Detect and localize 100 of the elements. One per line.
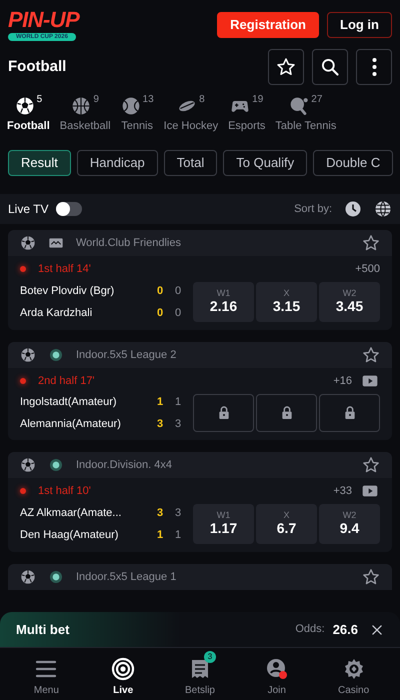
odds-button[interactable]: W1 2.16 bbox=[193, 282, 254, 322]
market-tab[interactable]: Double C bbox=[313, 150, 394, 176]
nav-item[interactable]: Live bbox=[93, 650, 154, 698]
league-dot-icon bbox=[48, 569, 64, 585]
star-button[interactable] bbox=[268, 49, 304, 85]
market-tab[interactable]: Handicap bbox=[76, 150, 158, 176]
score: 0 bbox=[174, 306, 182, 320]
odds-button[interactable]: W2 3.45 bbox=[319, 282, 380, 322]
soccer-ball-icon bbox=[20, 347, 36, 363]
count-label: 19 bbox=[252, 93, 264, 107]
league-name: Indoor.5x5 League 2 bbox=[76, 348, 178, 363]
live-tv-toggle[interactable] bbox=[56, 202, 82, 216]
nav-item[interactable]: Betslip 3 bbox=[170, 650, 230, 698]
live-icon bbox=[111, 656, 136, 680]
score: 1 bbox=[174, 528, 182, 542]
score: 1 bbox=[156, 395, 164, 410]
more-markets-count[interactable]: +16 bbox=[333, 372, 352, 390]
score: 3 bbox=[174, 416, 182, 432]
odds-label: W2 bbox=[342, 510, 356, 520]
league-name: World.Club Friendlies bbox=[76, 236, 182, 251]
odds-button[interactable]: X 3.15 bbox=[256, 282, 317, 322]
close-icon[interactable] bbox=[370, 622, 384, 636]
search-button[interactable] bbox=[312, 49, 348, 85]
count-label: 9 bbox=[93, 93, 99, 107]
market-tab[interactable]: Result bbox=[8, 150, 71, 176]
more-icon bbox=[372, 57, 376, 77]
score: 0 bbox=[156, 306, 164, 320]
sport-tab[interactable]: 9 Basketball bbox=[56, 92, 114, 142]
ping-pong-paddle-icon bbox=[289, 96, 310, 116]
more-markets-count[interactable]: +33 bbox=[333, 482, 352, 500]
registration-button[interactable]: Registration bbox=[217, 12, 319, 38]
video-icon[interactable] bbox=[360, 373, 380, 389]
nav-item[interactable]: Casino bbox=[324, 650, 384, 698]
tab-label: Esports bbox=[228, 119, 266, 134]
login-button[interactable]: Log in bbox=[327, 12, 392, 38]
more-button[interactable] bbox=[356, 49, 392, 85]
locked-odds-button[interactable] bbox=[193, 394, 254, 432]
team-name: Alemannia(Amateur) bbox=[20, 416, 122, 432]
odds-button[interactable]: W1 1.17 bbox=[193, 504, 254, 544]
nav-item[interactable]: Join bbox=[246, 650, 307, 698]
team-name: Botev Plovdiv (Bgr) bbox=[20, 284, 116, 299]
favorite-star-icon[interactable] bbox=[362, 568, 380, 586]
globe-icon[interactable] bbox=[374, 200, 392, 218]
more-markets-count[interactable]: +500 bbox=[355, 260, 380, 278]
soccer-ball-icon bbox=[20, 457, 36, 473]
logo-text: PIN-UP bbox=[8, 9, 80, 31]
league-dot-icon bbox=[48, 457, 64, 473]
sport-tab[interactable]: 13 Tennis bbox=[118, 92, 157, 142]
score: 0 bbox=[174, 284, 182, 299]
odds-caption: Odds: bbox=[295, 622, 325, 638]
league-name: Indoor.Division. 4x4 bbox=[76, 458, 173, 473]
basketball-icon bbox=[71, 96, 92, 116]
count-badge: 3 bbox=[204, 650, 216, 662]
count-label: 8 bbox=[199, 93, 205, 107]
odds-label: W1 bbox=[216, 510, 230, 520]
odds-label: W1 bbox=[216, 288, 230, 298]
odds-value: 3.15 bbox=[272, 298, 300, 316]
sport-tab[interactable]: 8 Ice Hockey bbox=[160, 92, 222, 142]
league-dot-icon bbox=[48, 347, 64, 363]
tab-label: Tennis bbox=[121, 119, 153, 134]
score: 3 bbox=[156, 416, 164, 432]
locked-odds-button[interactable] bbox=[256, 394, 317, 432]
odds-value: 3.45 bbox=[336, 298, 364, 316]
tennis-ball-icon bbox=[120, 96, 141, 116]
sort-label: Sort by: bbox=[294, 202, 332, 217]
nav-label: Betslip bbox=[184, 684, 215, 698]
sport-tab[interactable]: 27 Table Tennis bbox=[272, 92, 340, 142]
favorite-star-icon[interactable] bbox=[362, 234, 380, 252]
tab-label: Basketball bbox=[60, 119, 111, 134]
multi-bet-bar[interactable]: Multi bet Odds: 26.6 bbox=[0, 612, 400, 648]
tab-label: Table Tennis bbox=[275, 119, 336, 134]
team-name: Den Haag(Amateur) bbox=[20, 528, 120, 542]
live-tv-label: Live TV bbox=[8, 201, 48, 218]
favorite-star-icon[interactable] bbox=[362, 346, 380, 364]
star-icon bbox=[276, 57, 296, 77]
tab-label: Ice Hockey bbox=[164, 119, 218, 134]
team-name: AZ Alkmaar(Amate... bbox=[20, 506, 122, 521]
score: 1 bbox=[156, 528, 164, 542]
market-tab[interactable]: Total bbox=[164, 150, 218, 176]
clock-icon[interactable] bbox=[344, 200, 362, 218]
odds-value: 9.4 bbox=[340, 520, 360, 538]
league-name: Indoor.5x5 League 1 bbox=[76, 570, 178, 585]
sport-tab[interactable]: 5 Football bbox=[4, 92, 53, 142]
match-time: 2nd half 17' bbox=[38, 374, 96, 389]
sport-tab[interactable]: 19 Esports bbox=[225, 92, 268, 142]
match-time: 1st half 14' bbox=[38, 262, 92, 277]
market-tab[interactable]: To Qualify bbox=[223, 150, 308, 176]
nav-item[interactable]: Menu bbox=[16, 650, 76, 698]
score: 3 bbox=[174, 506, 182, 521]
locked-odds-button[interactable] bbox=[319, 394, 380, 432]
nav-label: Live bbox=[113, 684, 134, 698]
match-time: 1st half 10' bbox=[38, 484, 92, 499]
odds-button[interactable]: X 6.7 bbox=[256, 504, 317, 544]
count-label: 5 bbox=[36, 93, 42, 107]
odds-button[interactable]: W2 9.4 bbox=[319, 504, 380, 544]
score: 3 bbox=[156, 506, 164, 521]
video-icon[interactable] bbox=[360, 483, 380, 499]
odds-label: W2 bbox=[342, 288, 356, 298]
score: 0 bbox=[156, 284, 164, 299]
favorite-star-icon[interactable] bbox=[362, 456, 380, 474]
